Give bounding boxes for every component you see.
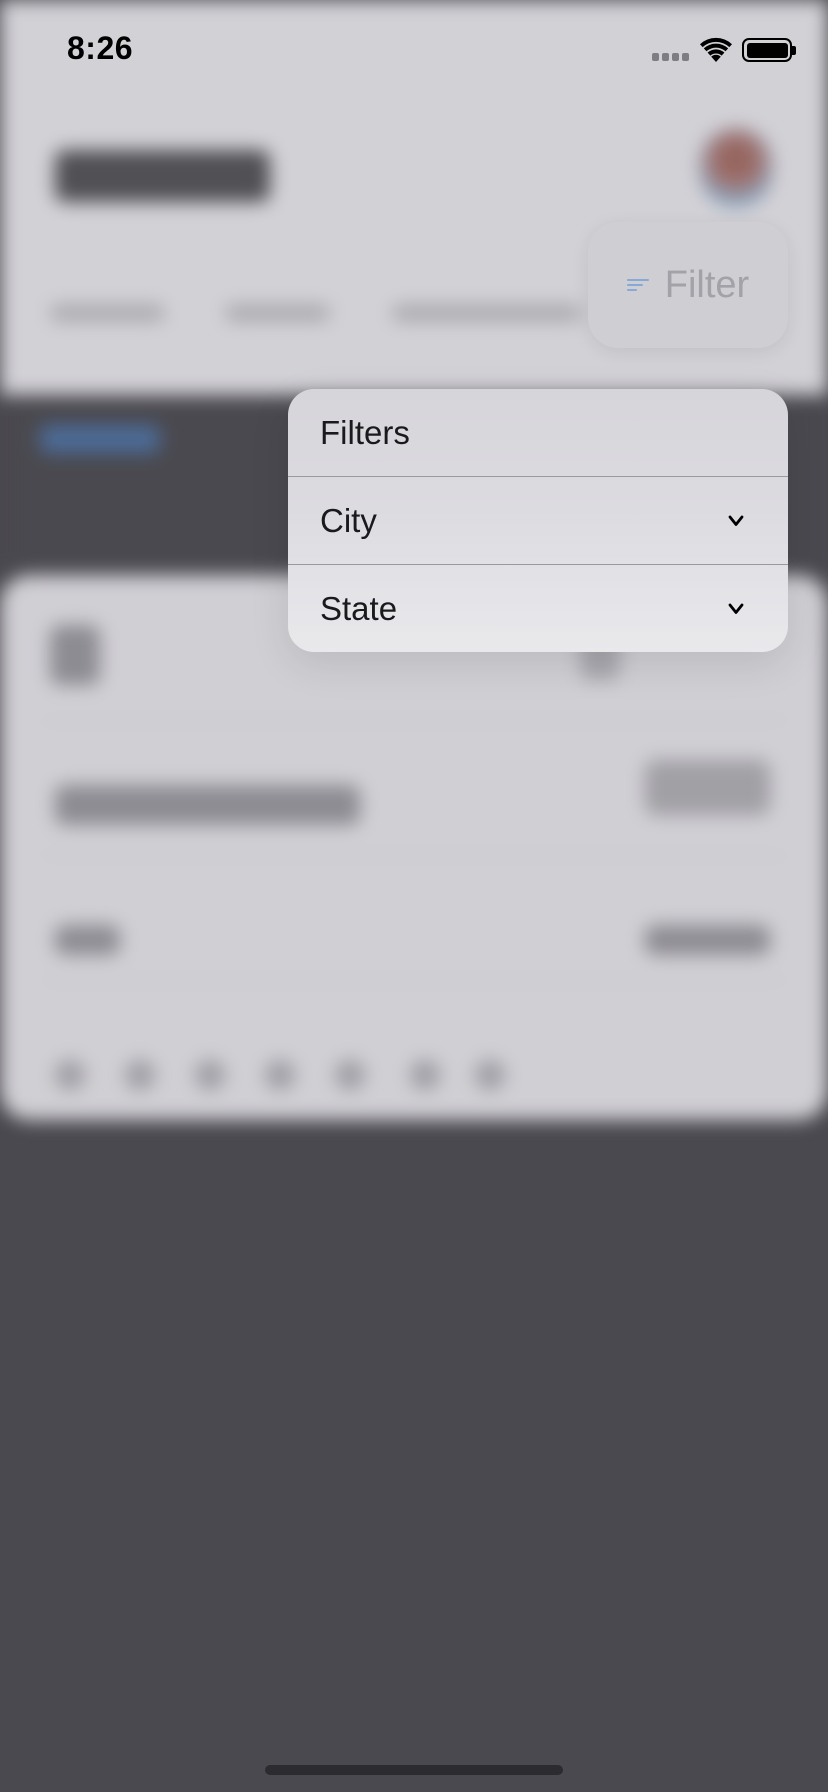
- background-dot: [55, 1060, 85, 1090]
- background-tab: [225, 305, 330, 321]
- status-bar: 8:26: [0, 0, 828, 100]
- avatar: [700, 128, 772, 208]
- filter-button[interactable]: Filter: [588, 222, 788, 348]
- background-card-item: [50, 625, 100, 685]
- background-dot: [265, 1060, 295, 1090]
- battery-icon: [742, 38, 792, 62]
- menu-item-label: City: [320, 502, 377, 539]
- filter-lines-icon: [626, 277, 649, 293]
- menu-item-city[interactable]: City: [288, 477, 788, 565]
- background-dot: [475, 1060, 505, 1090]
- background-card-item: [55, 785, 360, 825]
- wifi-icon: [700, 37, 732, 62]
- menu-item-label: State: [320, 590, 398, 627]
- background-divider: [40, 720, 788, 721]
- filters-menu-title: Filters: [320, 414, 410, 451]
- status-time: 8:26: [67, 30, 134, 66]
- background-card: [0, 575, 828, 1120]
- filters-menu-header: Filters: [288, 389, 788, 477]
- chevron-down-icon: [728, 515, 744, 526]
- background-tab: [392, 305, 582, 321]
- chevron-down-icon: [728, 603, 744, 614]
- battery-cap: [792, 46, 796, 55]
- filter-button-label: Filter: [664, 263, 750, 306]
- background-dot: [410, 1060, 440, 1090]
- cellular-signal-icon: [652, 53, 692, 63]
- background-card-item: [645, 925, 770, 955]
- background-divider: [40, 855, 788, 856]
- background-dot: [125, 1060, 155, 1090]
- menu-item-state[interactable]: State: [288, 565, 788, 652]
- background-link: [40, 425, 160, 453]
- background-title: [55, 150, 270, 202]
- background-card-item: [55, 925, 120, 955]
- background-dot: [195, 1060, 225, 1090]
- background-divider: [40, 980, 788, 981]
- filters-menu: Filters City State: [288, 389, 788, 652]
- background-tab: [50, 305, 165, 321]
- home-indicator[interactable]: [265, 1765, 563, 1775]
- background-card-item: [645, 760, 770, 815]
- background-dot: [335, 1060, 365, 1090]
